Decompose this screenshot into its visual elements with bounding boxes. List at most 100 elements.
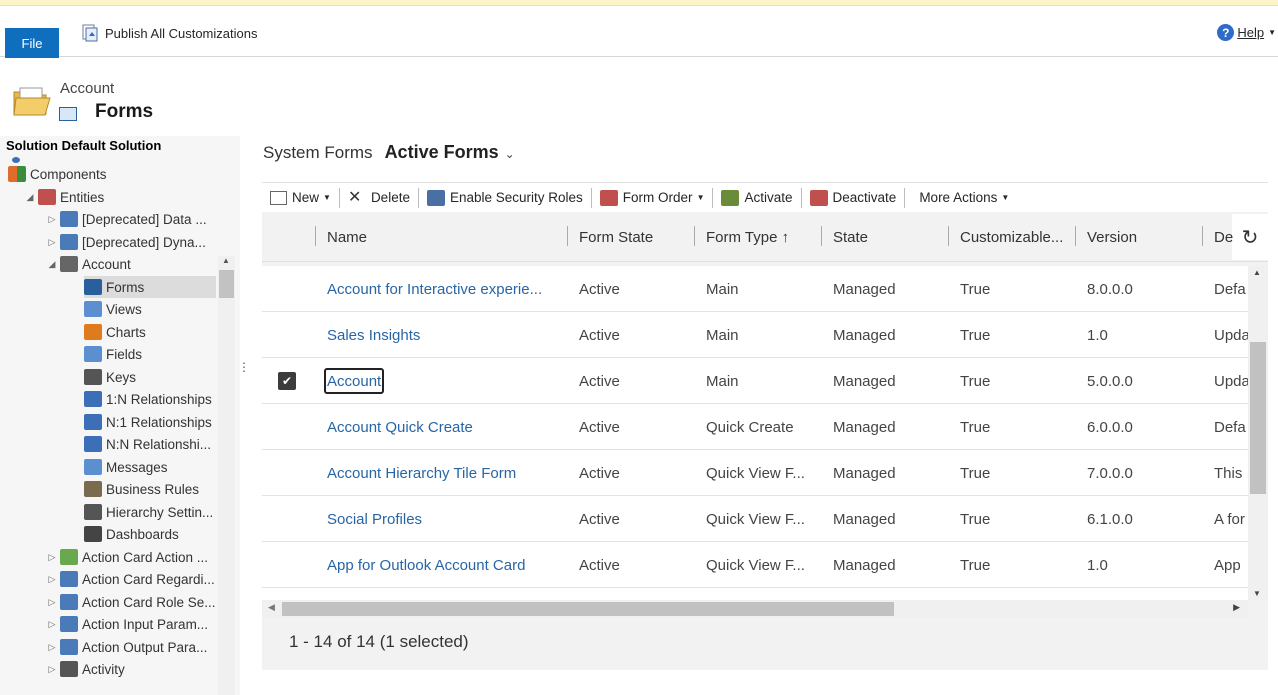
- table-row[interactable]: Social Profiles Active Quick View F... Mana…: [262, 496, 1248, 542]
- tree-item[interactable]: Forms: [84, 276, 216, 298]
- chevron-down-icon[interactable]: ⌄: [505, 147, 515, 161]
- tree-item[interactable]: N:N Relationshi...: [84, 433, 211, 455]
- scroll-up-icon[interactable]: ▲: [1253, 268, 1261, 277]
- expand-icon[interactable]: ▷: [46, 237, 58, 248]
- collapse-icon[interactable]: ◢: [46, 259, 58, 270]
- tree-item-label: N:N Relationshi...: [106, 436, 212, 452]
- row-checkbox[interactable]: ✔: [278, 372, 296, 390]
- tree-item[interactable]: Views: [84, 298, 142, 320]
- command-delete-button[interactable]: ✕ Delete: [340, 183, 418, 213]
- form-name-link[interactable]: Account Quick Create: [327, 404, 473, 450]
- table-cell: True: [960, 556, 991, 574]
- form-name-link[interactable]: Social Profiles: [327, 496, 422, 542]
- grid-body: Account for Interactive experie... Active…: [262, 266, 1248, 600]
- views-icon: [84, 301, 102, 317]
- tree-item[interactable]: ▷ Action Card Action ...: [46, 546, 208, 568]
- view-selector[interactable]: Active Forms: [385, 142, 499, 163]
- tree-item[interactable]: Business Rules: [84, 478, 199, 500]
- tree-item[interactable]: ▷ Action Input Param...: [46, 613, 208, 635]
- expand-icon[interactable]: ▷: [46, 597, 58, 608]
- command-more-actions-button[interactable]: More Actions ▼: [905, 183, 1017, 213]
- tree-item[interactable]: ▷ Action Card Regardi...: [46, 568, 215, 590]
- tree-item[interactable]: 1:N Relationships: [84, 388, 212, 410]
- table-row[interactable]: Account Hierarchy Tile Form Active Quick V…: [262, 450, 1248, 496]
- tree-item[interactable]: ▷ [Deprecated] Dyna...: [46, 231, 206, 253]
- help-button[interactable]: ? Help ▼: [1217, 24, 1276, 41]
- command-form-order-button[interactable]: Form Order ▼: [592, 183, 713, 213]
- expand-icon[interactable]: ▷: [46, 664, 58, 675]
- column-divider[interactable]: [948, 226, 949, 246]
- table-cell: Managed: [833, 372, 896, 390]
- table-row[interactable]: Sales Insights Active Main Managed True 1.0 Up…: [262, 312, 1248, 358]
- form-name-link[interactable]: Account: [324, 358, 385, 404]
- publish-all-button[interactable]: Publish All Customizations: [80, 22, 257, 44]
- table-row[interactable]: App for Outlook Account Card Active Quick …: [262, 542, 1248, 588]
- scroll-right-icon[interactable]: ▶: [1233, 602, 1240, 613]
- tree-item[interactable]: ▷ Activity: [46, 658, 125, 680]
- table-row[interactable]: ✔ Account Active Main Managed True 5.0.0.0 Upda: [262, 358, 1248, 404]
- grid-vertical-scrollbar[interactable]: ▲ ▼: [1248, 266, 1268, 600]
- column-divider[interactable]: [821, 226, 822, 246]
- tree-item[interactable]: ▷ Action Output Para...: [46, 636, 207, 658]
- security-roles-icon: [426, 189, 445, 206]
- tree-item[interactable]: ◢ Account: [46, 253, 131, 275]
- file-button[interactable]: File: [5, 28, 59, 58]
- horizontal-scroll-thumb[interactable]: [282, 602, 894, 616]
- chevron-down-icon: ▼: [323, 193, 331, 202]
- section-title: Forms: [95, 101, 154, 122]
- help-label: Help: [1237, 25, 1265, 40]
- column-header[interactable]: Name: [315, 212, 367, 262]
- form-name-link[interactable]: App for Outlook Account Card: [327, 542, 525, 588]
- entity-gear-icon: [60, 616, 78, 632]
- tree-item[interactable]: Hierarchy Settin...: [84, 501, 213, 523]
- tree-scroll-thumb[interactable]: [219, 270, 234, 298]
- column-divider[interactable]: [315, 226, 316, 246]
- tree-item[interactable]: ◢ Entities: [24, 186, 104, 208]
- expand-icon[interactable]: ▷: [46, 552, 58, 563]
- tree-item[interactable]: Components: [8, 163, 107, 185]
- tree-item[interactable]: Keys: [84, 366, 136, 388]
- column-header[interactable]: State: [821, 212, 868, 262]
- column-divider[interactable]: [1202, 226, 1203, 246]
- tree-item[interactable]: ▷ Action Card Role Se...: [46, 591, 216, 613]
- scroll-down-icon[interactable]: ▼: [1253, 589, 1261, 598]
- scroll-up-icon[interactable]: ▲: [222, 256, 230, 265]
- tree-item[interactable]: Dashboards: [84, 523, 179, 545]
- tree-item[interactable]: Charts: [84, 321, 146, 343]
- expand-icon[interactable]: ▷: [46, 642, 58, 653]
- command-new-button[interactable]: New ▼: [262, 183, 339, 213]
- account-icon: [60, 256, 78, 272]
- form-name-link[interactable]: Account Hierarchy Tile Form: [327, 450, 516, 496]
- expand-icon[interactable]: ▷: [46, 574, 58, 585]
- tree-item[interactable]: Messages: [84, 456, 168, 478]
- tree-item-label: Action Card Role Se...: [82, 594, 216, 610]
- tree-item[interactable]: N:1 Relationships: [84, 411, 212, 433]
- tree-scrollbar[interactable]: ▲: [218, 256, 235, 695]
- column-header[interactable]: Form Type ↑: [694, 212, 789, 262]
- command-enable-security-roles-button[interactable]: Enable Security Roles: [419, 183, 591, 213]
- refresh-icon[interactable]: ↻: [1232, 214, 1268, 260]
- column-header[interactable]: Form State: [567, 212, 653, 262]
- table-row[interactable]: Account Quick Create Active Quick Create Ma…: [262, 404, 1248, 450]
- column-divider[interactable]: [567, 226, 568, 246]
- grid-horizontal-scrollbar[interactable]: ◀ ▶: [262, 600, 1248, 618]
- table-row[interactable]: Account for Interactive experie... Active…: [262, 266, 1248, 312]
- column-divider[interactable]: [1075, 226, 1076, 246]
- column-header[interactable]: De: [1202, 212, 1233, 262]
- focused-link-text[interactable]: Account: [324, 368, 385, 394]
- tree-item[interactable]: Fields: [84, 343, 142, 365]
- collapse-icon[interactable]: ◢: [24, 192, 36, 203]
- vertical-scroll-thumb[interactable]: [1250, 342, 1266, 494]
- column-divider[interactable]: [694, 226, 695, 246]
- command-deactivate-button[interactable]: Deactivate: [802, 183, 905, 213]
- expand-icon[interactable]: ▷: [46, 214, 58, 225]
- form-name-link[interactable]: Sales Insights: [327, 312, 420, 358]
- column-header[interactable]: Customizable...: [948, 212, 1063, 262]
- command-activate-button[interactable]: Activate: [713, 183, 800, 213]
- pane-splitter-handle[interactable]: ⋮: [238, 360, 250, 390]
- expand-icon[interactable]: ▷: [46, 619, 58, 630]
- column-header[interactable]: Version: [1075, 212, 1137, 262]
- scroll-left-icon[interactable]: ◀: [268, 602, 275, 613]
- form-name-link[interactable]: Account for Interactive experie...: [327, 266, 542, 312]
- tree-item[interactable]: ▷ [Deprecated] Data ...: [46, 208, 207, 230]
